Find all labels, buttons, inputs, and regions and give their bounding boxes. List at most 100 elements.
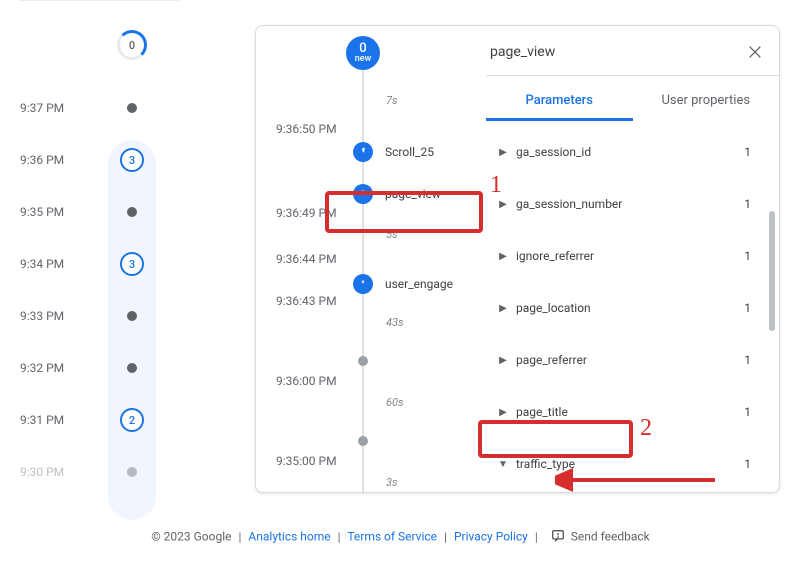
expand-icon: ▶ [496, 199, 510, 210]
event-delta: 3s [386, 476, 398, 489]
timeline-time: 9:30 PM [20, 465, 64, 479]
expand-icon: ▶ [496, 303, 510, 314]
param-name: ignore_referrer [510, 249, 744, 263]
param-row-page-referrer[interactable]: ▶ page_referrer 1 [486, 334, 761, 386]
event-detail-right: page_view Parameters User properties ▶ g… [486, 26, 779, 492]
timeline-node-dot [127, 467, 137, 477]
event-page-view[interactable]: page_view [256, 184, 441, 204]
timeline-node-dot [127, 311, 137, 321]
dot-icon [358, 436, 368, 446]
param-name: ga_session_id [510, 145, 744, 159]
event-stream: 0 new 7s 9:36:50 PM Scroll_25 page_view … [256, 26, 471, 492]
engage-icon [353, 274, 373, 294]
event-time: 9:36:49 PM [276, 206, 337, 220]
collapse-icon: ▼ [496, 459, 510, 470]
timeline-node-dot [127, 363, 137, 373]
event-label: Scroll_25 [385, 145, 434, 159]
detail-title: page_view [486, 44, 743, 60]
footer: © 2023 Google | Analytics home | Terms o… [0, 529, 801, 546]
timeline-node-dot [127, 207, 137, 217]
timeline-item[interactable]: 9:30 PM [0, 452, 200, 492]
param-name: page_referrer [510, 353, 744, 367]
event-marker [256, 436, 380, 446]
annotation-number-1: 1 [490, 172, 502, 199]
annotation-number-2: 2 [640, 415, 652, 442]
timeline-item[interactable]: 9:37 PM [0, 88, 200, 128]
timeline-node-count: 2 [120, 408, 144, 432]
param-value: 1 [744, 301, 761, 315]
annotation-arrow [555, 465, 725, 495]
timeline-time: 9:37 PM [20, 101, 64, 115]
timeline-top-node[interactable]: 0 [117, 30, 147, 60]
footer-link-privacy[interactable]: Privacy Policy [454, 530, 528, 544]
timeline-time: 9:31 PM [20, 413, 64, 427]
timeline-node-count: 3 [120, 148, 144, 172]
event-time: 9:36:50 PM [276, 122, 337, 136]
timeline-item[interactable]: 9:31 PM 2 [0, 400, 200, 440]
close-icon [747, 44, 763, 60]
expand-icon: ▶ [496, 251, 510, 262]
timeline-time: 9:35 PM [20, 205, 64, 219]
event-time: 9:36:44 PM [276, 252, 337, 266]
event-delta: 7s [386, 94, 398, 107]
event-user-engage[interactable]: user_engage [256, 274, 453, 294]
timeline-time: 9:32 PM [20, 361, 64, 375]
param-name: page_title [510, 405, 744, 419]
detail-header: page_view [486, 36, 779, 76]
param-name: page_location [510, 301, 744, 315]
param-value: 1 [744, 457, 761, 471]
event-time: 9:36:43 PM [276, 294, 337, 308]
param-name: ga_session_number [510, 197, 744, 211]
timeline-time: 9:33 PM [20, 309, 64, 323]
timeline-item[interactable]: 9:34 PM 3 [0, 244, 200, 284]
timeline-item[interactable]: 9:33 PM [0, 296, 200, 336]
param-value: 1 [744, 197, 761, 211]
scrollbar-thumb[interactable] [769, 211, 775, 331]
copyright: © 2023 Google [151, 530, 231, 544]
event-detail-panel: 0 new 7s 9:36:50 PM Scroll_25 page_view … [255, 25, 780, 493]
event-delta: 5s [386, 228, 398, 241]
detail-tabs: Parameters User properties [486, 83, 779, 121]
timeline-item[interactable]: 9:35 PM [0, 192, 200, 232]
param-row-ignore-referrer[interactable]: ▶ ignore_referrer 1 [486, 230, 761, 282]
timeline-item[interactable]: 9:36 PM 3 [0, 140, 200, 180]
param-value: 1 [744, 353, 761, 367]
expand-icon: ▶ [496, 355, 510, 366]
footer-send-feedback[interactable]: Send feedback [571, 530, 650, 544]
event-time: 9:36:00 PM [276, 374, 337, 388]
event-marker [256, 356, 380, 366]
param-value: 1 [744, 249, 761, 263]
param-row-page-location[interactable]: ▶ page_location 1 [486, 282, 761, 334]
param-row-page-title[interactable]: ▶ page_title 1 [486, 386, 761, 438]
param-row-ga-session-id[interactable]: ▶ ga_session_id 1 [486, 126, 761, 178]
left-timeline: 0 9:37 PM 9:36 PM 3 9:35 PM 9:34 PM 3 9:… [0, 0, 200, 520]
feedback-icon [551, 529, 565, 546]
expand-icon: ▶ [496, 147, 510, 158]
scroll-icon [353, 142, 373, 162]
event-label: page_view [385, 187, 441, 201]
scrollbar[interactable] [769, 121, 775, 461]
new-events-badge[interactable]: 0 new [346, 36, 380, 70]
event-label: user_engage [385, 277, 453, 291]
timeline-node-dot [127, 103, 137, 113]
tab-user-properties[interactable]: User properties [633, 83, 780, 121]
event-time: 9:35:00 PM [276, 454, 337, 468]
dot-icon [358, 356, 368, 366]
param-value: 1 [744, 145, 761, 159]
badge-label: new [355, 55, 372, 64]
footer-link-analytics-home[interactable]: Analytics home [248, 530, 330, 544]
timeline-time: 9:34 PM [20, 257, 64, 271]
timeline-time: 9:36 PM [20, 153, 64, 167]
tab-parameters[interactable]: Parameters [486, 83, 633, 121]
footer-link-tos[interactable]: Terms of Service [347, 530, 437, 544]
param-value: 1 [744, 405, 761, 419]
event-scroll[interactable]: Scroll_25 [256, 142, 434, 162]
divider [20, 0, 180, 1]
event-delta: 60s [386, 396, 404, 409]
close-button[interactable] [743, 40, 767, 64]
param-row-ga-session-number[interactable]: ▶ ga_session_number 1 [486, 178, 761, 230]
timeline-node-count: 3 [120, 252, 144, 276]
parameter-list: ▶ ga_session_id 1 ▶ ga_session_number 1 … [486, 126, 761, 492]
expand-icon: ▶ [496, 407, 510, 418]
timeline-item[interactable]: 9:32 PM [0, 348, 200, 388]
